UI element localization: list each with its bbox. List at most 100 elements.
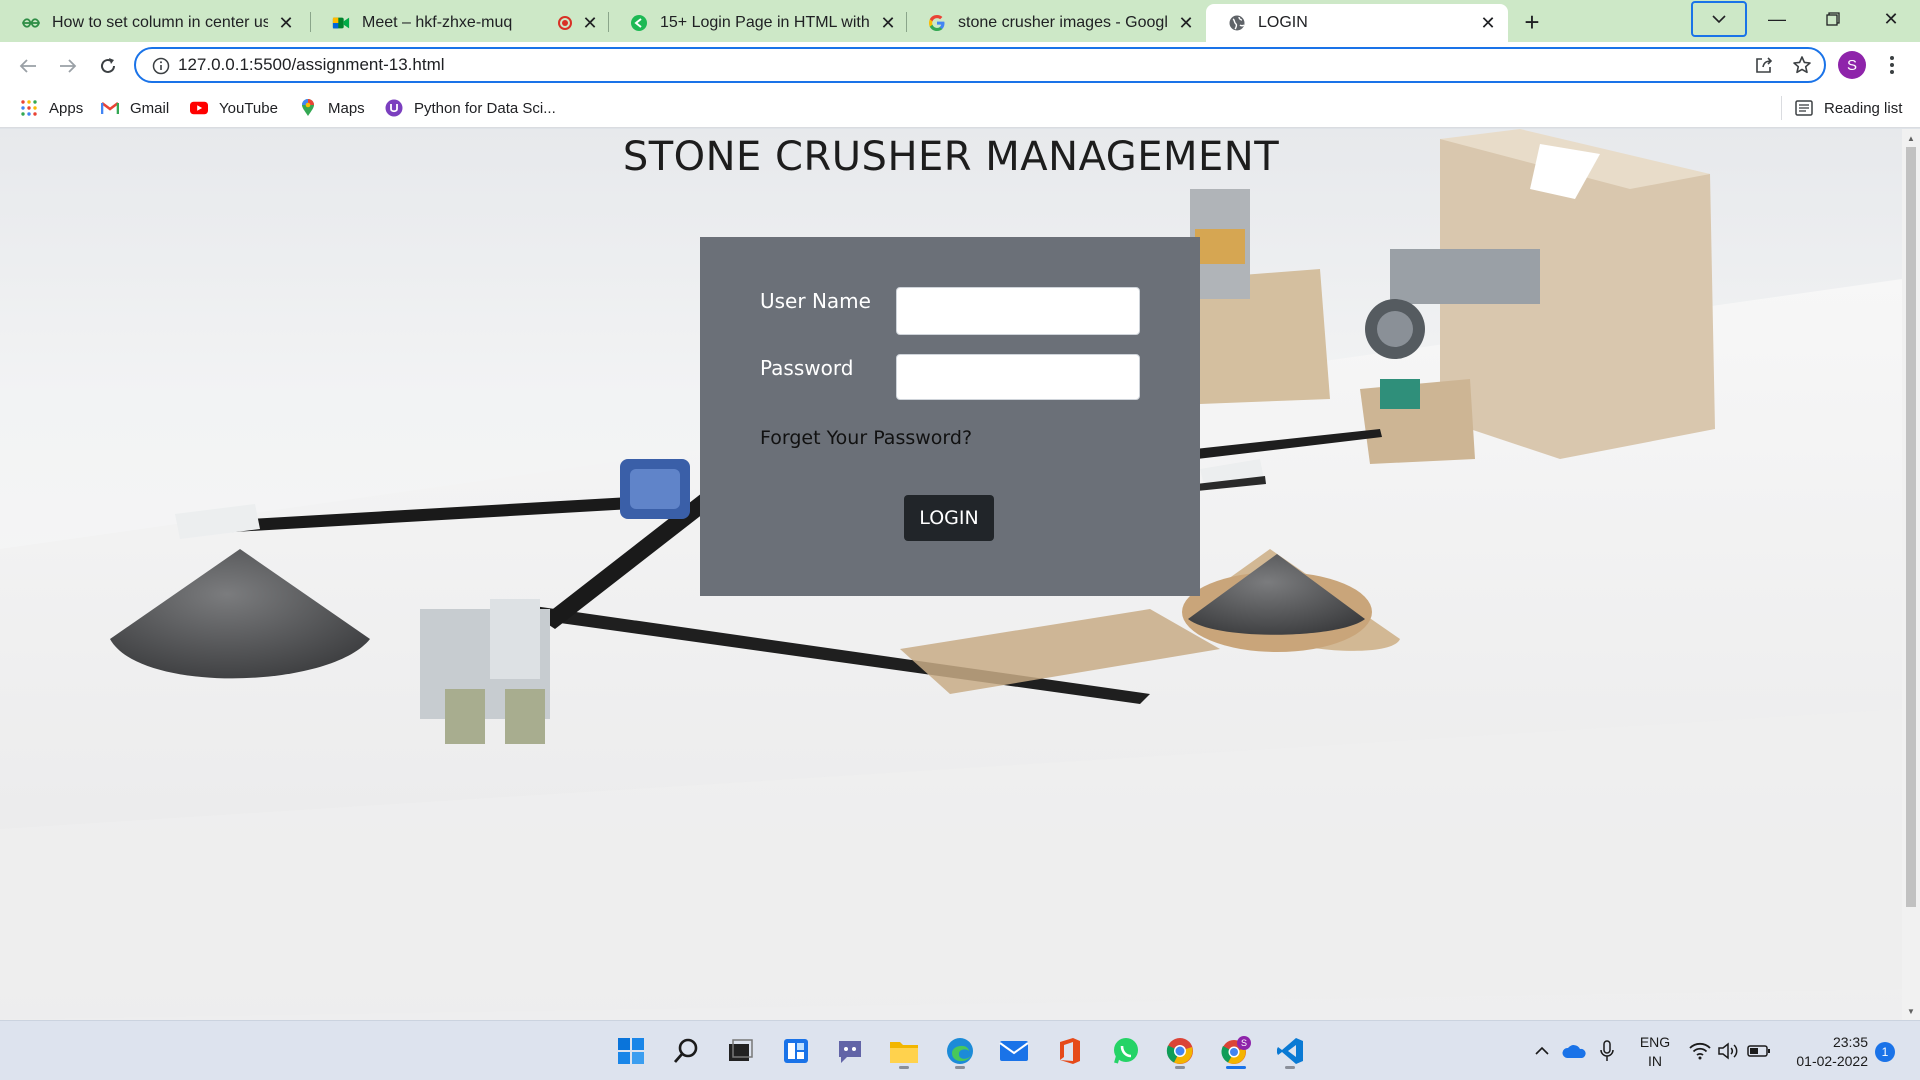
tab-title: 15+ Login Page in HTML with CS <box>660 14 870 31</box>
url-text[interactable]: 127.0.0.1:5500/assignment-13.html <box>178 55 445 75</box>
bookmark-apps[interactable]: Apps <box>20 96 83 120</box>
windows-taskbar: S ENG IN 23:35 01-02-2022 1 <box>0 1020 1920 1080</box>
active-indicator <box>1226 1066 1246 1069</box>
minimize-icon[interactable]: — <box>1750 0 1804 38</box>
scroll-down-icon[interactable]: ▼ <box>1906 1006 1916 1016</box>
google-icon <box>928 14 946 32</box>
restore-icon[interactable] <box>1806 0 1860 38</box>
close-icon[interactable]: ✕ <box>580 13 600 33</box>
chat-icon[interactable] <box>830 1031 870 1071</box>
reading-list-button[interactable]: Reading list <box>1795 96 1902 120</box>
login-button[interactable]: LOGIN <box>904 495 994 541</box>
microphone-icon[interactable] <box>1596 1039 1618 1063</box>
edge-icon[interactable] <box>940 1031 980 1071</box>
tab-meet[interactable]: Meet – hkf-zhxe-muq ✕ <box>310 4 610 42</box>
svg-text:S: S <box>1241 1038 1247 1048</box>
tab-gfg[interactable]: How to set column in center usin ✕ <box>0 4 306 42</box>
notification-count: 1 <box>1881 1045 1889 1059</box>
globe-icon <box>1228 14 1246 32</box>
bookmarks-divider <box>1781 96 1782 120</box>
chrome-profile-icon[interactable]: S <box>1216 1031 1256 1071</box>
reading-list-label: Reading list <box>1824 99 1903 117</box>
forward-button[interactable] <box>52 50 84 82</box>
chevron-up-icon[interactable] <box>1532 1039 1552 1063</box>
bookmark-gmail[interactable]: Gmail <box>101 96 169 120</box>
system-clock[interactable]: 23:35 01-02-2022 <box>1784 1033 1868 1071</box>
file-explorer-icon[interactable] <box>884 1031 924 1071</box>
recording-icon <box>558 16 572 30</box>
apps-grid-icon <box>20 99 38 117</box>
tab-search-button[interactable] <box>1691 1 1747 37</box>
page-title: STONE CRUSHER MANAGEMENT <box>622 134 1280 180</box>
notification-badge[interactable]: 1 <box>1875 1042 1895 1062</box>
bookmark-python-course[interactable]: Python for Data Sci... <box>385 96 556 120</box>
scrollbar-thumb[interactable] <box>1906 147 1916 907</box>
google-meet-icon <box>332 14 350 32</box>
new-tab-icon[interactable]: + <box>1518 7 1546 37</box>
start-icon[interactable] <box>611 1031 651 1071</box>
tab-google-images[interactable]: stone crusher images - Google S ✕ <box>906 4 1206 42</box>
browser-toolbar: 127.0.0.1:5500/assignment-13.html S <box>0 42 1920 88</box>
arrow-left-icon <box>19 59 36 73</box>
avatar-initial: S <box>1846 56 1857 74</box>
profile-avatar[interactable]: S <box>1838 51 1866 79</box>
address-bar[interactable]: 127.0.0.1:5500/assignment-13.html <box>134 47 1826 83</box>
tab-login[interactable]: LOGIN ✕ <box>1206 4 1508 42</box>
reload-button[interactable] <box>92 50 124 82</box>
forgot-password-link[interactable]: Forget Your Password? <box>760 427 972 449</box>
running-indicator <box>1175 1066 1185 1069</box>
tab-title: Meet – hkf-zhxe-muq <box>362 14 513 31</box>
chevron-down-icon <box>1712 15 1726 24</box>
bookmarks-bar: Apps Gmail YouTube Maps Python for Data … <box>0 88 1920 128</box>
reload-icon <box>101 58 115 73</box>
gfg-icon <box>22 14 40 32</box>
battery-icon[interactable] <box>1746 1039 1772 1063</box>
running-indicator <box>899 1066 909 1069</box>
more-menu-icon[interactable] <box>1882 52 1902 78</box>
youtube-icon <box>190 99 208 117</box>
bookmark-maps[interactable]: Maps <box>299 96 365 120</box>
login-form: User Name Password Forget Your Password?… <box>700 237 1200 596</box>
running-indicator <box>1285 1066 1295 1069</box>
username-label: User Name <box>760 289 871 313</box>
back-button[interactable] <box>12 50 44 82</box>
tab-title: stone crusher images - Google S <box>958 14 1168 31</box>
scroll-up-icon[interactable]: ▲ <box>1906 133 1916 143</box>
password-input[interactable] <box>896 354 1140 400</box>
wifi-icon[interactable] <box>1688 1039 1712 1063</box>
bookmark-star-icon[interactable] <box>1792 55 1812 80</box>
bookmark-label: YouTube <box>219 99 278 117</box>
close-icon[interactable]: ✕ <box>276 13 296 33</box>
share-icon[interactable] <box>1754 56 1774 79</box>
close-window-icon[interactable]: ✕ <box>1864 0 1918 38</box>
username-input[interactable] <box>896 287 1140 335</box>
onedrive-icon[interactable] <box>1560 1039 1588 1063</box>
input-language[interactable]: ENG IN <box>1637 1033 1673 1071</box>
bookmark-label: Python for Data Sci... <box>414 99 556 117</box>
arrow-right-icon <box>60 59 77 73</box>
mail-icon[interactable] <box>994 1031 1034 1071</box>
close-icon[interactable]: ✕ <box>1176 13 1196 33</box>
tab-title: LOGIN <box>1258 14 1308 31</box>
tab-login-templates[interactable]: 15+ Login Page in HTML with CS ✕ <box>608 4 908 42</box>
close-icon[interactable]: ✕ <box>878 13 898 33</box>
clock-time: 23:35 <box>1832 1034 1868 1050</box>
vscode-icon[interactable] <box>1270 1031 1310 1071</box>
running-indicator <box>955 1066 965 1069</box>
info-icon[interactable] <box>152 57 170 75</box>
search-icon[interactable] <box>666 1031 706 1071</box>
widgets-icon[interactable] <box>776 1031 816 1071</box>
chrome-icon[interactable] <box>1160 1031 1200 1071</box>
task-view-icon[interactable] <box>720 1031 760 1071</box>
close-icon[interactable]: ✕ <box>1478 13 1498 33</box>
bookmark-youtube[interactable]: YouTube <box>190 96 278 120</box>
volume-icon[interactable] <box>1716 1039 1742 1063</box>
page-viewport: STONE CRUSHER MANAGEMENT User Name Passw… <box>0 129 1902 1020</box>
bookmark-label: Gmail <box>130 99 170 117</box>
office-icon[interactable] <box>1050 1031 1090 1071</box>
language-code: ENG <box>1639 1034 1671 1050</box>
codewithrandom-icon <box>630 14 648 32</box>
whatsapp-icon[interactable] <box>1106 1031 1146 1071</box>
gmail-icon <box>101 99 119 117</box>
vertical-scrollbar[interactable]: ▲ ▼ <box>1902 129 1920 1020</box>
